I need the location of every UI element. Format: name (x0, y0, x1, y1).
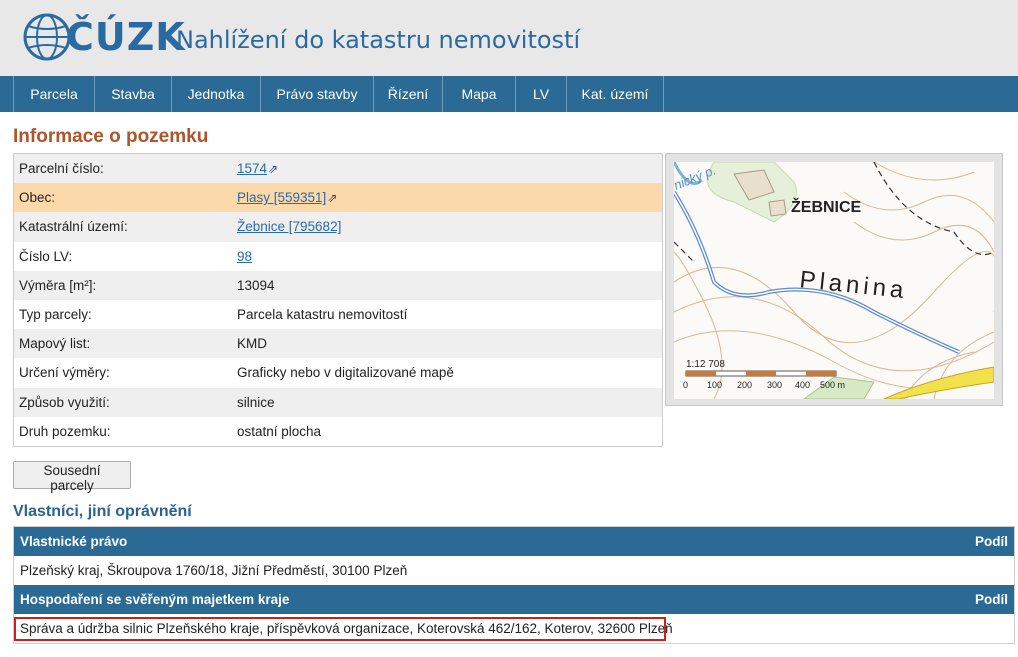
cuzk-logo[interactable]: ČÚZK (22, 10, 186, 64)
row-vymera: Výměra [m²]: 13094 (14, 270, 662, 300)
site-header: ČÚZK Nahlížení do katastru nemovitostí (0, 0, 1018, 76)
map-canvas: nický p. ŽEBNICE Planina 1:12 708 0 100 … (674, 162, 994, 399)
label: Výměra [m²]: (19, 277, 97, 293)
group-title: Vlastnické právo (20, 534, 128, 549)
value: 13094 (237, 277, 275, 293)
external-link-icon[interactable]: ⇗ (268, 162, 278, 176)
label: Parcelní číslo: (19, 161, 104, 177)
nav-pravo-stavby[interactable]: Právo stavby (260, 76, 373, 112)
row-typ-parcely: Typ parcely: Parcela katastru nemovitost… (14, 299, 662, 330)
share-column-label: Podíl (975, 534, 1008, 549)
main-nav: Parcela Stavba Jednotka Právo stavby Říz… (0, 76, 1018, 112)
highlight-box (14, 617, 666, 641)
nav-lv[interactable]: LV (515, 76, 566, 112)
owners-title: Vlastníci, jiní oprávnění (13, 503, 192, 520)
value: Graficky nebo v digitalizované mapě (237, 365, 454, 381)
scale-tick: 100 (707, 380, 722, 390)
parcel-number-link[interactable]: 1574 (237, 161, 267, 176)
nav-mapa[interactable]: Mapa (442, 76, 515, 112)
map-preview[interactable]: nický p. ŽEBNICE Planina 1:12 708 0 100 … (665, 153, 1003, 406)
parcel-info-table: Parcelní číslo: 1574⇗ Obec: Plasy [55935… (13, 153, 663, 447)
row-parcelni-cislo: Parcelní číslo: 1574⇗ (14, 154, 662, 184)
row-cislo-lv: Číslo LV: 98 (14, 241, 662, 271)
owners-group-header: Hospodaření se svěřeným majetkem kraje P… (14, 585, 1014, 614)
nav-rizeni[interactable]: Řízení (373, 76, 442, 112)
section-title: Informace o pozemku (13, 126, 209, 147)
row-zpusob-vyuziti: Způsob využití: silnice (14, 387, 662, 417)
owners-group-header: Vlastnické právo Podíl (14, 527, 1014, 556)
label: Katastrální území: (19, 219, 128, 235)
logo-text: ČÚZK (66, 15, 186, 59)
neighbors-button[interactable]: Sousední parcely (13, 461, 131, 493)
label: Typ parcely: (19, 307, 92, 323)
scale-tick: 400 (795, 380, 810, 390)
map-scale-ratio: 1:12 708 (686, 359, 725, 370)
lv-number-link[interactable]: 98 (237, 249, 252, 264)
row-obec: Obec: Plasy [559351]⇗ (14, 183, 662, 213)
row-druh-pozemku: Druh pozemku: ostatní plocha (14, 416, 662, 446)
value: ostatní plocha (237, 423, 322, 439)
scale-tick: 500 m (820, 380, 845, 390)
value: silnice (237, 394, 275, 410)
owner-row: Plzeňský kraj, Škroupova 1760/18, Jižní … (14, 556, 1014, 585)
value: KMD (237, 336, 267, 352)
label: Mapový list: (19, 336, 91, 352)
label: Způsob využití: (19, 394, 110, 410)
scale-tick: 300 (767, 380, 782, 390)
nav-stavba[interactable]: Stavba (94, 76, 171, 112)
scale-tick: 200 (737, 380, 752, 390)
label: Určení výměry: (19, 365, 110, 381)
share-column-label: Podíl (975, 592, 1008, 607)
row-mapovy-list: Mapový list: KMD (14, 329, 662, 359)
nav-parcela[interactable]: Parcela (13, 76, 94, 112)
group-title: Hospodaření se svěřeným majetkem kraje (20, 592, 290, 607)
label: Číslo LV: (19, 248, 73, 264)
globe-logo-icon (23, 13, 71, 61)
nav-kat-uzemi[interactable]: Kat. území (566, 76, 664, 112)
owner-entry: Plzeňský kraj, Škroupova 1760/18, Jižní … (20, 563, 408, 578)
row-urceni-vymery: Určení výměry: Graficky nebo v digitaliz… (14, 358, 662, 388)
place-label: ŽEBNICE (791, 197, 862, 216)
label: Druh pozemku: (19, 423, 111, 439)
scale-tick: 0 (683, 380, 688, 390)
app-title: Nahlížení do katastru nemovitostí (176, 26, 581, 54)
label: Obec: (19, 190, 56, 206)
row-katastralni-uzemi: Katastrální území: Žebnice [795682] (14, 212, 662, 242)
external-link-icon[interactable]: ⇗ (327, 191, 337, 205)
nav-jednotka[interactable]: Jednotka (171, 76, 260, 112)
cadastral-area-link[interactable]: Žebnice [795682] (237, 219, 341, 234)
municipality-link[interactable]: Plasy [559351] (237, 190, 326, 205)
value: Parcela katastru nemovitostí (237, 307, 408, 323)
